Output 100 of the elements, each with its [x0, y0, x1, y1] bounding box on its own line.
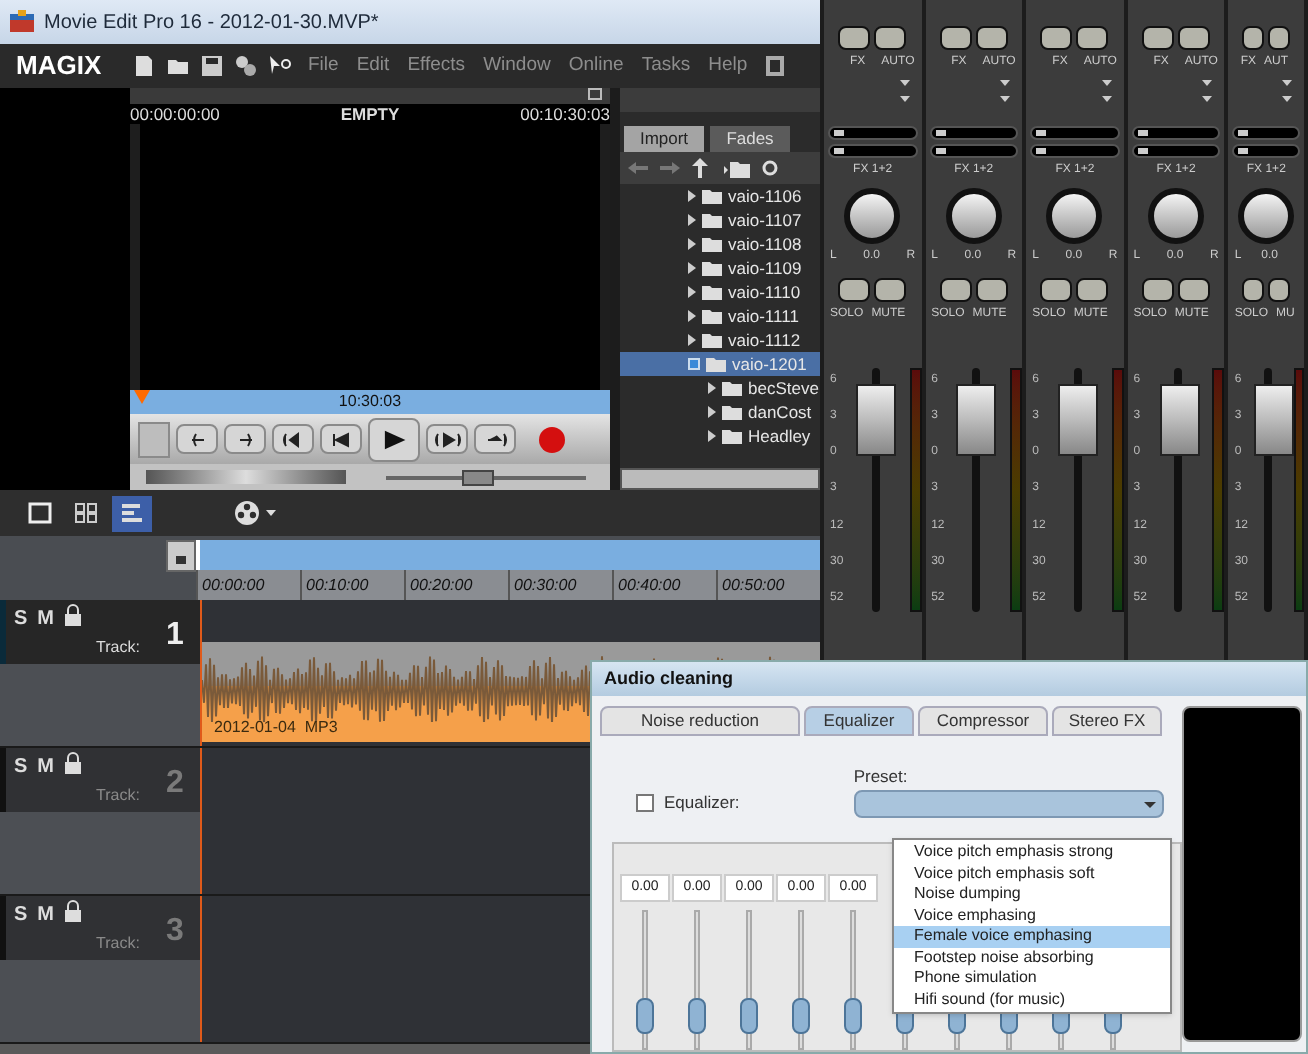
- mute-button[interactable]: [1076, 278, 1109, 302]
- menu-item[interactable]: File: [308, 51, 339, 81]
- pan-knob[interactable]: [1046, 188, 1103, 244]
- previous-marker-button[interactable]: [272, 424, 314, 454]
- preset-option[interactable]: Voice emphasing: [894, 905, 1170, 927]
- film-reel-icon[interactable]: [234, 500, 260, 526]
- caret-icon[interactable]: [266, 510, 276, 516]
- mark-out-button[interactable]: [224, 424, 266, 454]
- preset-option[interactable]: Hifi sound (for music): [894, 989, 1170, 1011]
- tab[interactable]: Compressor: [918, 706, 1048, 737]
- back-icon[interactable]: [628, 162, 648, 174]
- fx-button[interactable]: [838, 26, 870, 50]
- fx-button[interactable]: [939, 26, 972, 50]
- pan-knob[interactable]: [945, 188, 1002, 244]
- folder-item[interactable]: vaio-1106: [620, 184, 820, 208]
- preset-option[interactable]: Voice pitch emphasis soft: [894, 863, 1170, 885]
- jog-wheel[interactable]: [146, 470, 346, 484]
- folder-item[interactable]: vaio-1108: [620, 232, 820, 256]
- checkbox[interactable]: [636, 794, 654, 813]
- band-slider-thumb[interactable]: [636, 998, 654, 1035]
- fx-button[interactable]: [1242, 26, 1265, 50]
- menu-item[interactable]: Tasks: [641, 51, 691, 81]
- zoom-slider-thumb[interactable]: [461, 469, 494, 485]
- fader-handle[interactable]: [855, 384, 896, 457]
- list-view-icon[interactable]: [112, 495, 152, 531]
- record-icon[interactable]: [538, 425, 566, 453]
- save-icon[interactable]: [200, 54, 224, 78]
- mute-button[interactable]: [975, 278, 1008, 302]
- menu-item[interactable]: Window: [483, 51, 551, 81]
- auto-button[interactable]: [975, 26, 1008, 50]
- band-slider-thumb[interactable]: [844, 998, 862, 1035]
- preset-option[interactable]: Female voice emphasing: [894, 926, 1170, 948]
- fader-handle[interactable]: [1058, 384, 1099, 457]
- folder-item[interactable]: Headley: [620, 424, 820, 448]
- solo-toggle[interactable]: S: [14, 752, 28, 782]
- folder-item[interactable]: vaio-1107: [620, 208, 820, 232]
- solo-toggle[interactable]: S: [14, 900, 28, 930]
- preset-option[interactable]: Phone simulation: [894, 968, 1170, 990]
- scrollbar[interactable]: [620, 468, 820, 490]
- track-header[interactable]: S M Track: 3: [0, 896, 200, 960]
- solo-button[interactable]: [939, 278, 972, 302]
- track-header[interactable]: S M Track: 2: [0, 748, 200, 812]
- folder-item[interactable]: vaio-1110: [620, 280, 820, 304]
- pan-knob[interactable]: [1148, 188, 1205, 244]
- tab[interactable]: Equalizer: [804, 706, 914, 737]
- solo-button[interactable]: [1141, 278, 1174, 302]
- mute-button[interactable]: [1268, 278, 1290, 302]
- solo-button[interactable]: [1242, 278, 1265, 302]
- lock-button[interactable]: [166, 540, 196, 572]
- mute-toggle[interactable]: M: [37, 604, 55, 634]
- auto-button[interactable]: [1177, 26, 1210, 50]
- folder-icon[interactable]: [166, 54, 190, 78]
- skip-start-button[interactable]: [320, 424, 362, 454]
- folder-item[interactable]: vaio-1109: [620, 256, 820, 280]
- maximize-icon[interactable]: [588, 88, 602, 100]
- menu-item[interactable]: Online: [568, 51, 624, 81]
- preset-option[interactable]: Voice pitch emphasis strong: [894, 842, 1170, 864]
- band-slider-thumb[interactable]: [740, 998, 758, 1035]
- tab[interactable]: Stereo FX: [1052, 706, 1162, 737]
- track-header[interactable]: S M Track: 1: [0, 600, 200, 664]
- fx-button[interactable]: [1040, 26, 1073, 50]
- tab[interactable]: Noise reduction: [600, 706, 800, 737]
- menu-item[interactable]: Help: [708, 51, 748, 81]
- mark-in-button[interactable]: [176, 424, 218, 454]
- band-slider-thumb[interactable]: [688, 998, 706, 1035]
- folder-item[interactable]: vaio-1201: [620, 352, 820, 376]
- pan-knob[interactable]: [844, 188, 901, 244]
- preset-option[interactable]: Noise dumping: [894, 884, 1170, 906]
- auto-button[interactable]: [1268, 26, 1290, 50]
- solo-button[interactable]: [1040, 278, 1073, 302]
- fader-handle[interactable]: [956, 384, 997, 457]
- menu-item[interactable]: Effects: [407, 51, 466, 81]
- tab[interactable]: Import: [624, 126, 704, 152]
- folder-item[interactable]: vaio-1111: [620, 304, 820, 328]
- folder-item[interactable]: danCost: [620, 400, 820, 424]
- mute-button[interactable]: [874, 278, 906, 302]
- solo-button[interactable]: [838, 278, 870, 302]
- play-range-button[interactable]: [426, 424, 468, 454]
- folder-item[interactable]: becSteve: [620, 376, 820, 400]
- up-arrow-icon[interactable]: [692, 158, 712, 178]
- fader-handle[interactable]: [1254, 384, 1294, 457]
- mute-toggle[interactable]: M: [37, 900, 55, 930]
- menu-item[interactable]: Edit: [356, 51, 390, 81]
- preset-option[interactable]: Footstep noise absorbing: [894, 947, 1170, 969]
- auto-button[interactable]: [874, 26, 906, 50]
- play-button[interactable]: [368, 417, 420, 461]
- fader-handle[interactable]: [1159, 384, 1200, 457]
- mute-button[interactable]: [1177, 278, 1210, 302]
- folder-icon[interactable]: [724, 159, 750, 177]
- auto-button[interactable]: [1076, 26, 1109, 50]
- forward-icon[interactable]: [660, 162, 680, 174]
- tab[interactable]: Fades: [710, 126, 790, 152]
- pan-knob[interactable]: [1238, 188, 1295, 244]
- expanded-toggle-icon[interactable]: [688, 358, 700, 370]
- search-icon[interactable]: [762, 159, 780, 177]
- next-marker-button[interactable]: [474, 424, 516, 454]
- band-slider-thumb[interactable]: [792, 998, 810, 1035]
- help-cursor-icon[interactable]: [268, 54, 292, 78]
- solo-toggle[interactable]: S: [14, 604, 28, 634]
- mute-toggle[interactable]: M: [37, 752, 55, 782]
